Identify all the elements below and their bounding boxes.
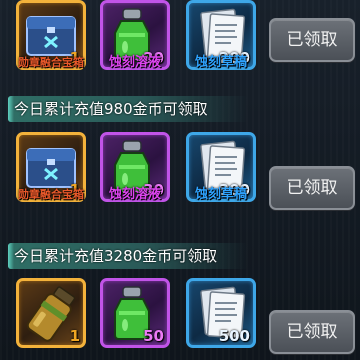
reward-slot-etching-draft[interactable]: 500	[186, 278, 256, 348]
claimed-button[interactable]: 已领取	[269, 310, 355, 354]
recharge-tier-banner: 今日累计充值980金币可领取	[8, 96, 248, 122]
reward-name: 蚀刻溶液	[108, 55, 161, 70]
reward-name: 蚀刻草稿	[194, 55, 247, 70]
reward-slot-etching-solution[interactable]: 50	[100, 278, 170, 348]
reward-row-3: 1 50 500 已领取	[0, 270, 360, 354]
recharge-reward-list: 1 20 200 勋章融合宝箱 蚀刻溶液 蚀刻草稿 已领取 今日累计充值980金…	[0, 0, 360, 360]
reward-count: 50	[143, 327, 164, 345]
reward-name: 勋章融合宝箱	[18, 56, 84, 69]
banner-text: 今日累计充值3280金币可领取	[14, 247, 218, 265]
claimed-button[interactable]: 已领取	[269, 18, 355, 62]
reward-slot-gold-canister[interactable]: 1	[16, 278, 86, 348]
reward-row-1: 1 20 200 勋章融合宝箱 蚀刻溶液 蚀刻草稿 已领取	[0, 0, 360, 76]
banner-text: 今日累计充值980金币可领取	[14, 100, 208, 118]
claimed-button[interactable]: 已领取	[269, 166, 355, 210]
reward-name: 蚀刻草稿	[194, 187, 247, 202]
reward-name: 蚀刻溶液	[108, 187, 161, 202]
reward-row-2: 1 30 300 勋章融合宝箱 蚀刻溶液 蚀刻草稿 已领取	[0, 124, 360, 210]
reward-count: 1	[69, 327, 80, 345]
reward-name: 勋章融合宝箱	[18, 188, 84, 201]
reward-count: 500	[218, 327, 250, 345]
recharge-tier-banner: 今日累计充值3280金币可领取	[8, 243, 248, 269]
